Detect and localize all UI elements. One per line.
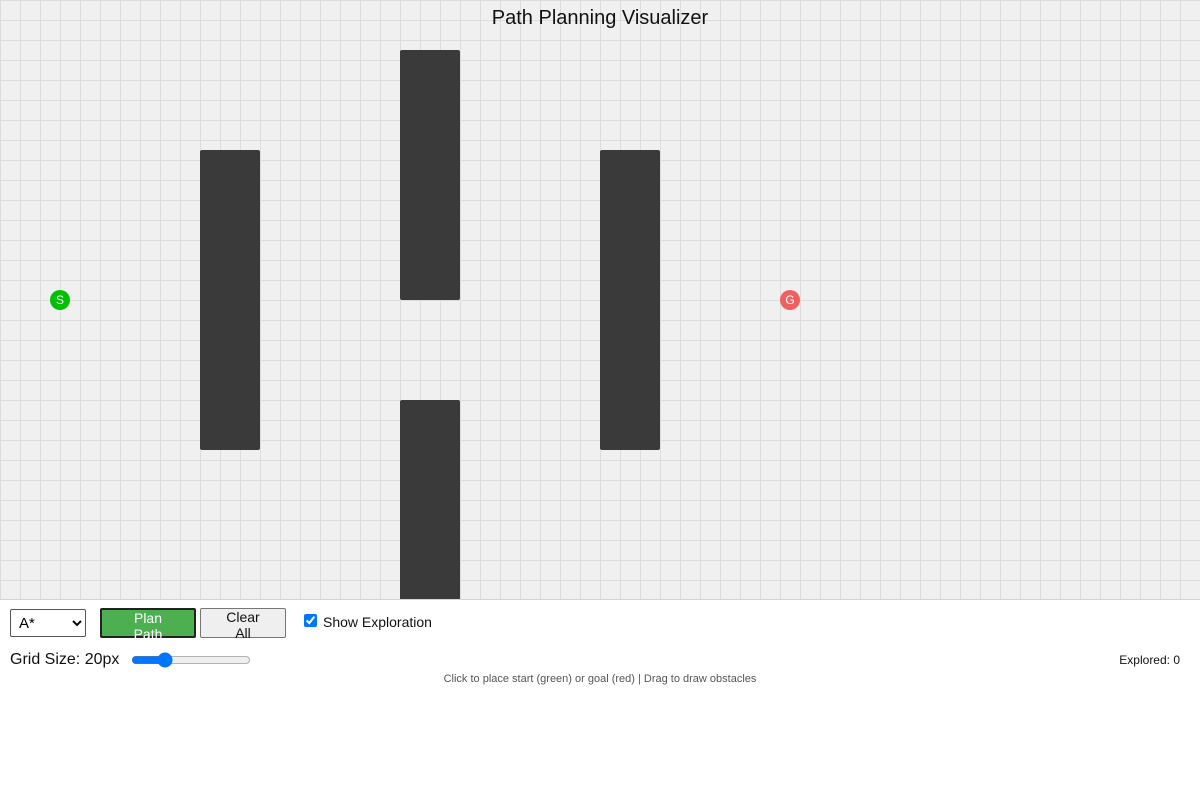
grid-size-row: Grid Size: 20px: [10, 649, 253, 671]
obstacle[interactable]: [400, 50, 460, 300]
obstacle[interactable]: [200, 150, 260, 450]
show-exploration-toggle[interactable]: Show Exploration: [304, 613, 432, 630]
show-exploration-checkbox[interactable]: [304, 613, 317, 627]
explored-count: Explored: 0: [1119, 653, 1180, 667]
obstacle[interactable]: [600, 150, 660, 450]
algorithm-select[interactable]: A*: [10, 609, 86, 637]
grid-size-label: Grid Size: 20px: [10, 651, 120, 668]
grid-canvas[interactable]: Path Planning Visualizer S G: [0, 0, 1200, 600]
plan-path-button[interactable]: Plan Path: [100, 608, 196, 642]
start-marker[interactable]: S: [50, 290, 70, 310]
clear-all-button[interactable]: Clear All: [200, 608, 286, 641]
goal-marker[interactable]: G: [780, 290, 800, 310]
instructions-hint: Click to place start (green) or goal (re…: [443, 673, 757, 685]
page-title: Path Planning Visualizer: [491, 7, 709, 29]
controls-bar: A* Plan Path Clear All Show Exploration: [10, 608, 432, 642]
obstacle[interactable]: [400, 400, 460, 599]
show-exploration-label: Show Exploration: [323, 614, 432, 630]
grid-size-slider[interactable]: [131, 652, 252, 668]
